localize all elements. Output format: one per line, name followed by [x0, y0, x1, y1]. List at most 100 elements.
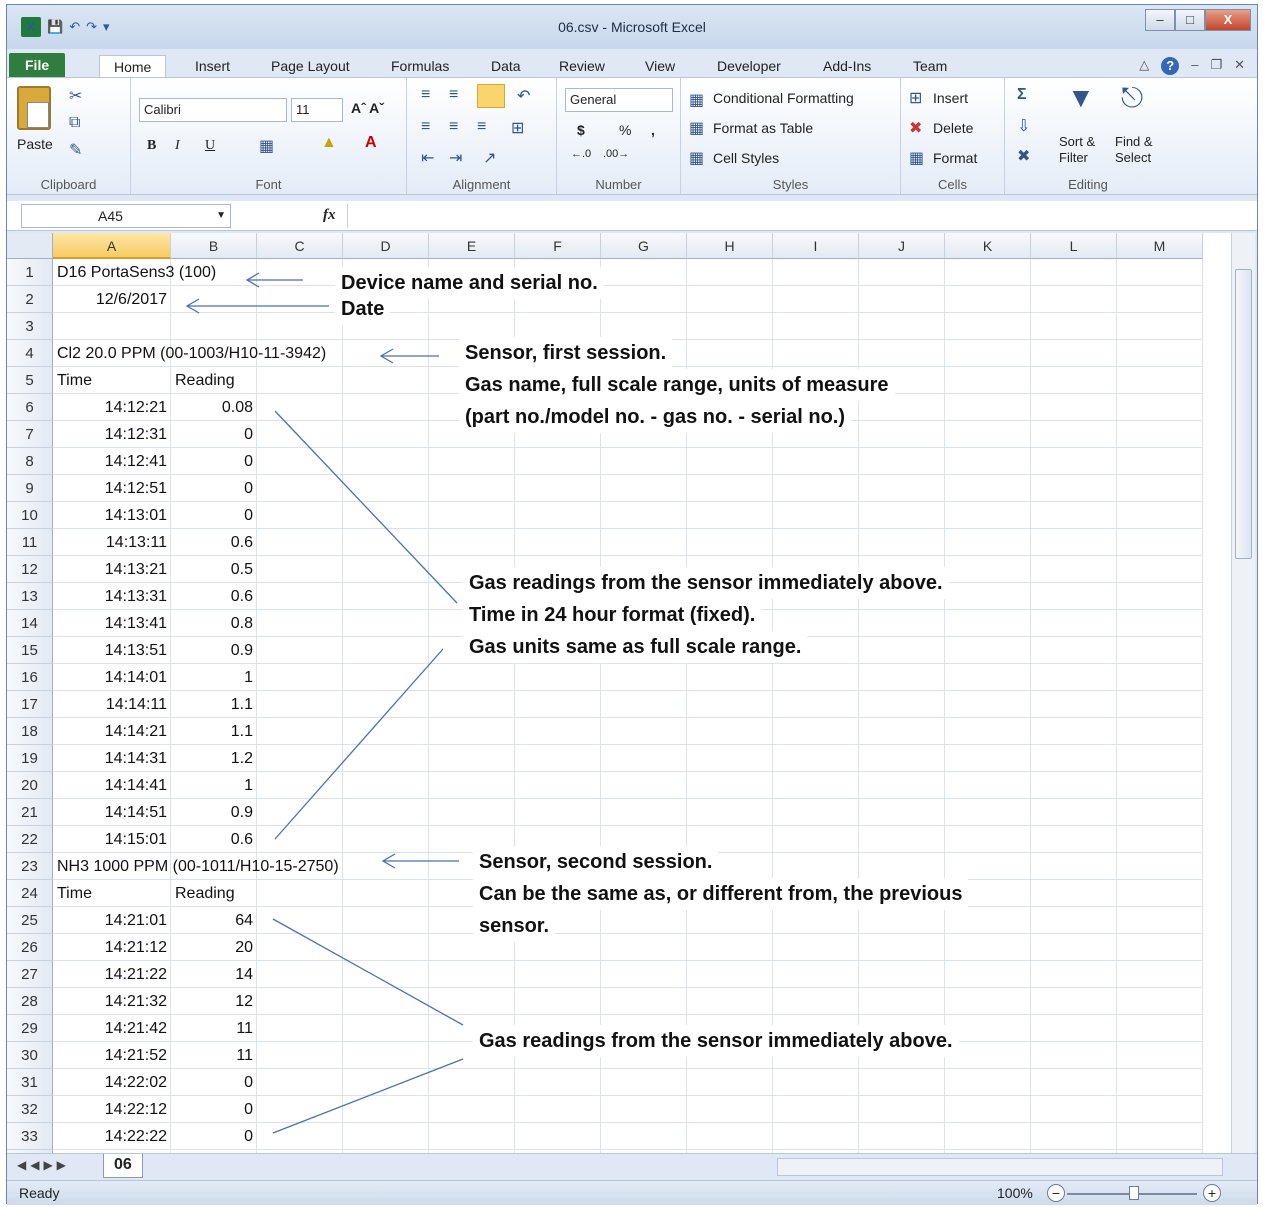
sort-filter-icon: ▼ [1067, 82, 1095, 113]
fill-icon[interactable]: ⇩ [1017, 116, 1030, 136]
window-restore-icon[interactable]: ❐ [1210, 57, 1222, 75]
delete-cells-button[interactable]: Delete [933, 120, 973, 136]
underline-button[interactable]: U [205, 138, 215, 154]
tab-data[interactable]: Data [491, 55, 521, 77]
zoom-out-button[interactable]: − [1047, 1184, 1065, 1202]
window-title: 06.csv - Microsoft Excel [558, 19, 706, 35]
close-button[interactable]: X [1205, 9, 1251, 31]
paste-icon[interactable] [17, 86, 51, 130]
cell-styles-button[interactable]: Cell Styles [713, 150, 779, 166]
autosum-icon[interactable]: Σ [1017, 86, 1027, 104]
insert-cells-button[interactable]: Insert [933, 90, 968, 106]
font-color-icon[interactable]: A [365, 134, 377, 152]
maximize-button[interactable]: □ [1175, 9, 1205, 31]
insert-function-button[interactable]: fx [323, 207, 336, 224]
center-icon[interactable]: ≡ [449, 118, 458, 136]
minimize-ribbon-icon[interactable]: △ [1139, 57, 1149, 75]
align-right-icon[interactable]: ≡ [477, 118, 486, 136]
decrease-decimal-button[interactable]: .00→ [603, 148, 629, 160]
align-middle-button[interactable] [477, 84, 505, 108]
cells-group: ⊞ Insert ✖ Delete ▦ Format Cells [901, 78, 1005, 194]
tab-review[interactable]: Review [559, 55, 605, 77]
find-label-2[interactable]: Select [1115, 150, 1151, 165]
comma-button[interactable]: , [651, 122, 655, 138]
alignment-group: ≡ ≡ ↶ ≡ ≡ ≡ ⊞ ⇤ ⇥ ↗ Alignment [407, 78, 557, 194]
number-format-select[interactable]: General [565, 88, 673, 112]
increase-indent-icon[interactable]: ⇥ [449, 148, 462, 168]
horizontal-scrollbar[interactable] [777, 1158, 1223, 1176]
format-as-table-button[interactable]: Format as Table [713, 120, 813, 136]
window-close-icon[interactable]: ✕ [1234, 57, 1245, 75]
editing-group: Σ ⇩ ✖ ▼ Sort & Filter ⎋ Find & Select Ed… [1005, 78, 1171, 194]
increase-decimal-button[interactable]: ←.0 [571, 148, 591, 160]
status-ready: Ready [19, 1185, 60, 1201]
percent-button[interactable]: % [619, 122, 631, 138]
vertical-scrollbar[interactable] [1231, 233, 1255, 1153]
zoom-in-button[interactable]: + [1203, 1184, 1221, 1202]
align-top-icon[interactable]: ≡ [421, 86, 430, 104]
tab-formulas[interactable]: Formulas [391, 55, 449, 77]
styles-group-label: Styles [772, 177, 809, 192]
tab-add-ins[interactable]: Add-Ins [823, 55, 871, 77]
format-painter-icon[interactable]: ✎ [69, 140, 82, 160]
chevron-down-icon[interactable]: ▼ [216, 205, 226, 227]
title-bar: X 💾 ↶ ↷ ▾ 06.csv - Microsoft Excel – □ X [7, 5, 1257, 49]
line-readings2-top [272, 918, 464, 1026]
tab-team[interactable]: Team [913, 55, 947, 77]
ribbon-tabs: File Home Insert Page Layout Formulas Da… [7, 49, 1257, 77]
zoom-level[interactable]: 100% [997, 1185, 1033, 1201]
editing-group-label: Editing [1068, 177, 1108, 192]
sheet-tab-06[interactable]: 06 [103, 1154, 143, 1178]
cut-icon[interactable]: ✂ [69, 86, 82, 106]
tab-insert[interactable]: Insert [195, 55, 230, 77]
align-center-icon[interactable]: ≡ [449, 86, 458, 104]
line-readings1-bottom [274, 648, 444, 840]
italic-button[interactable]: I [175, 138, 180, 154]
tab-developer[interactable]: Developer [717, 55, 781, 77]
fill-color-icon[interactable]: ▲ [321, 134, 337, 152]
alignment-group-label: Alignment [452, 177, 511, 192]
format-cells-icon: ▦ [909, 150, 925, 167]
worksheet-grid[interactable]: A B C D E F G H I J K L M 1 D16 PortaSens3 (100) 2 12/6/… [7, 233, 1231, 1153]
orientation-icon[interactable]: ↗ [483, 148, 496, 168]
ribbon: Paste ✂ ⧉ ✎ Clipboard Calibri 11 Aˆ Aˇ B… [7, 77, 1257, 195]
format-cells-button[interactable]: Format [933, 150, 977, 166]
currency-button[interactable]: $ [577, 122, 585, 138]
font-size-select[interactable]: 11 [291, 98, 343, 122]
vertical-scroll-thumb[interactable] [1235, 269, 1252, 559]
copy-icon[interactable]: ⧉ [69, 114, 80, 132]
conditional-formatting-button[interactable]: Conditional Formatting [713, 90, 854, 106]
formula-bar: A45 ▼ fx [7, 201, 1257, 231]
sort-label-2[interactable]: Filter [1059, 150, 1088, 165]
help-icon[interactable]: ? [1161, 57, 1180, 75]
number-group-label: Number [595, 177, 642, 192]
tab-home[interactable]: Home [99, 55, 167, 77]
delete-cells-icon: ✖ [909, 120, 923, 137]
bold-button[interactable]: B [147, 138, 156, 154]
zoom-slider-knob[interactable] [1129, 1186, 1139, 1200]
sort-label-1[interactable]: Sort & [1059, 134, 1095, 149]
borders-icon[interactable]: ▦ [259, 136, 274, 156]
formula-input[interactable] [347, 204, 1253, 228]
status-bar: Ready 100% − + [7, 1180, 1257, 1205]
font-group: Calibri 11 Aˆ Aˇ B I U ▦ ▲ A Font [131, 78, 407, 194]
minimize-button[interactable]: – [1145, 9, 1175, 31]
paste-button[interactable]: Paste [17, 136, 53, 152]
grow-font-icon[interactable]: Aˆ Aˇ [351, 100, 384, 116]
font-name-select[interactable]: Calibri [139, 98, 287, 122]
window-minimize-icon[interactable]: – [1191, 57, 1198, 75]
find-label-1[interactable]: Find & [1115, 134, 1153, 149]
line-readings1-top [274, 410, 458, 604]
tab-page-layout[interactable]: Page Layout [271, 55, 350, 77]
wrap-text-icon[interactable]: ↶ [517, 86, 530, 106]
decrease-indent-icon[interactable]: ⇤ [421, 148, 434, 168]
tab-file[interactable]: File [9, 53, 66, 77]
name-box[interactable]: A45 ▼ [21, 204, 231, 228]
merge-center-icon[interactable]: ⊞ [511, 118, 524, 138]
line-readings2-bottom [272, 1058, 464, 1134]
insert-cells-icon: ⊞ [909, 90, 923, 107]
align-left-icon[interactable]: ≡ [421, 118, 430, 136]
tab-view[interactable]: View [645, 55, 675, 77]
clear-icon[interactable]: ✖ [1017, 146, 1030, 166]
sheet-nav-arrows[interactable]: ◀◀▶▶ [17, 1158, 70, 1172]
